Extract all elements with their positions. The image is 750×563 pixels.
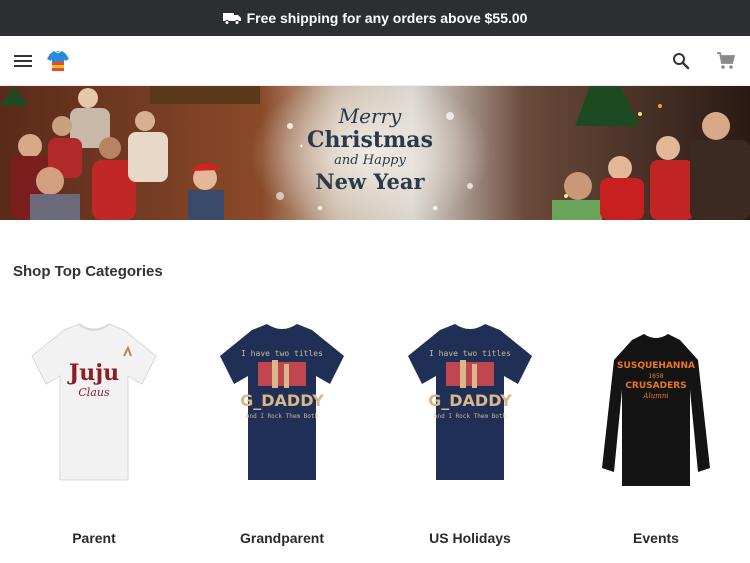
promo-bar: Free shipping for any orders above $55.0… — [0, 0, 750, 36]
category-label-grandparent: Grandparent — [239, 530, 324, 546]
tshirt-image-events: SUSQUEHANNA 1858 CRUSADERS Alumni — [602, 334, 710, 486]
svg-text:And I Rock Them Both: And I Rock Them Both — [434, 413, 507, 420]
category-us-holidays[interactable]: I have two titles G_DADDY And I Rock The… — [376, 320, 564, 560]
holiday-banner[interactable]: Merry Christmas and Happy New Year — [0, 86, 750, 220]
category-events[interactable]: SUSQUEHANNA 1858 CRUSADERS Alumni Events — [562, 320, 750, 560]
svg-text:SUSQUEHANNA: SUSQUEHANNA — [617, 361, 695, 371]
svg-text:I have two titles: I have two titles — [429, 349, 511, 358]
tshirt-image-grandparent: I have two titles G_DADDY And I Rock The… — [220, 324, 344, 480]
tshirt-logo-icon[interactable] — [46, 50, 70, 72]
category-parent[interactable]: Juju Claus Parent — [0, 320, 188, 560]
category-label-parent: Parent — [72, 530, 116, 546]
tshirt-image-parent: Juju Claus — [31, 323, 157, 481]
banner-line3: and Happy — [334, 153, 406, 168]
section-title: Shop Top Categories — [13, 263, 163, 280]
svg-text:1858: 1858 — [648, 373, 663, 380]
svg-text:G_DADDY: G_DADDY — [428, 391, 512, 410]
banner-line1: Merry — [338, 104, 402, 128]
cart-icon[interactable] — [716, 51, 736, 70]
category-label-events: Events — [633, 530, 679, 546]
svg-text:Claus: Claus — [78, 386, 110, 399]
category-grid: Juju Claus Parent I have two titles G_DA… — [0, 320, 750, 560]
promo-text: Free shipping for any orders above $55.0… — [246, 10, 528, 26]
menu-icon[interactable] — [14, 54, 32, 68]
banner-line4: New Year — [315, 169, 425, 194]
category-label-us-holidays: US Holidays — [429, 530, 511, 546]
svg-text:I have two titles: I have two titles — [241, 349, 323, 358]
svg-text:CRUSADERS: CRUSADERS — [625, 381, 686, 391]
search-icon[interactable] — [672, 52, 690, 70]
svg-text:Alumni: Alumni — [642, 392, 668, 400]
svg-text:And I Rock Them Both: And I Rock Them Both — [246, 413, 319, 420]
svg-text:Juju: Juju — [67, 360, 119, 386]
site-header — [0, 36, 750, 86]
category-grandparent[interactable]: I have two titles G_DADDY And I Rock The… — [188, 320, 376, 560]
truck-icon — [222, 12, 241, 25]
tshirt-image-us-holidays: I have two titles G_DADDY And I Rock The… — [408, 324, 532, 480]
svg-text:G_DADDY: G_DADDY — [240, 391, 324, 410]
banner-line2: Christmas — [307, 127, 433, 153]
banner-greeting: Merry Christmas and Happy New Year — [300, 104, 440, 194]
